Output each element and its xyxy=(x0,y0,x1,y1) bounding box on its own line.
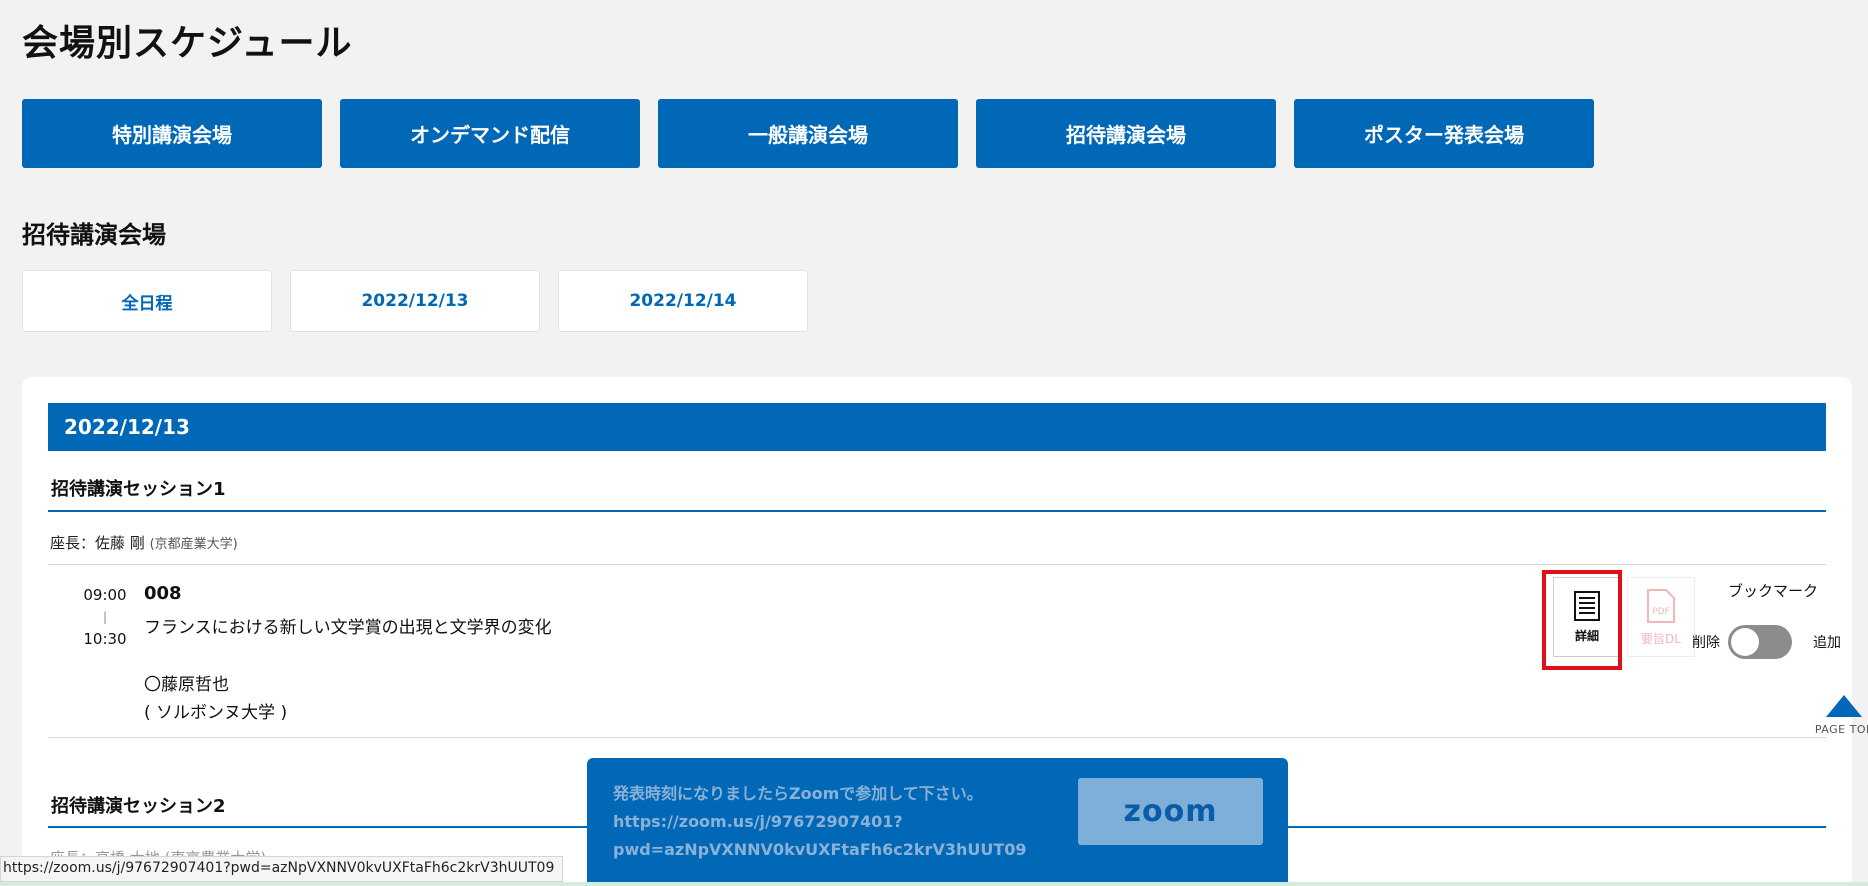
detail-button[interactable]: 詳細 xyxy=(1553,577,1621,657)
divider xyxy=(48,737,1826,738)
bookmark-add-label: 追加 xyxy=(1813,635,1841,651)
date-tab-all[interactable]: 全日程 xyxy=(22,270,272,332)
bookmark-label: ブックマーク xyxy=(1727,582,1818,600)
up-arrow-icon xyxy=(1826,695,1862,717)
venue-button-poster[interactable]: ポスター発表会場 xyxy=(1294,99,1594,168)
toggle-knob xyxy=(1731,628,1759,656)
zoom-join-button[interactable]: zoom xyxy=(1078,778,1263,845)
date-tabs: 全日程 2022/12/13 2022/12/14 xyxy=(22,270,808,332)
zoom-message-line: 発表時刻になりましたらZoomで参加して下さい。 xyxy=(613,784,983,803)
zoom-notice: 発表時刻になりましたらZoomで参加して下さい。 https://zoom.us… xyxy=(587,758,1288,886)
talk-affiliation: ( ソルボンヌ大学 ) xyxy=(144,703,288,723)
divider xyxy=(48,564,1826,565)
talk-time: 09:00 | 10:30 xyxy=(62,586,148,648)
date-tab-1213[interactable]: 2022/12/13 xyxy=(290,270,540,332)
time-separator: | xyxy=(102,610,108,624)
svg-text:PDF: PDF xyxy=(1652,607,1670,617)
session-title: 招待講演セッション1 xyxy=(51,479,226,500)
detail-label: 詳細 xyxy=(1574,628,1599,643)
talk-end-time: 10:30 xyxy=(83,630,127,648)
session-title: 招待講演セッション2 xyxy=(51,796,226,817)
status-bar-url: https://zoom.us/j/97672907401?pwd=azNpVX… xyxy=(0,856,564,882)
pdf-label: 要旨DL xyxy=(1641,631,1681,646)
document-list-icon xyxy=(1574,590,1600,621)
talk-author: 〇藤原哲也 xyxy=(144,675,229,695)
venue-button-invited[interactable]: 招待講演会場 xyxy=(976,99,1276,168)
chair-name: 座長：佐藤 剛 xyxy=(50,534,145,552)
zoom-url-line[interactable]: https://zoom.us/j/97672907401? xyxy=(613,808,1027,836)
session-chair: 座長：佐藤 剛 (京都産業大学) xyxy=(50,532,238,553)
talk-start-time: 09:00 xyxy=(83,586,127,604)
bookmark-remove-label: 削除 xyxy=(1692,635,1720,651)
page-top-label: PAGE TOP xyxy=(1814,723,1868,736)
bottom-stripe xyxy=(0,882,1868,886)
venue-button-general[interactable]: 一般講演会場 xyxy=(658,99,958,168)
pdf-icon: PDF xyxy=(1647,588,1675,623)
zoom-logo: zoom xyxy=(1123,794,1218,829)
section-title: 招待講演会場 xyxy=(22,221,166,249)
abstract-download-button[interactable]: PDF 要旨DL xyxy=(1627,577,1695,657)
session-divider xyxy=(48,510,1826,512)
venue-button-special[interactable]: 特別講演会場 xyxy=(22,99,322,168)
zoom-url-line[interactable]: pwd=azNpVXNNV0kvUXFtaFh6c2krV3hUUT09 xyxy=(613,836,1027,864)
talk-number: 008 xyxy=(144,583,182,604)
zoom-message: 発表時刻になりましたらZoomで参加して下さい。 https://zoom.us… xyxy=(613,780,1027,864)
page-title: 会場別スケジュール xyxy=(22,23,353,64)
venue-nav: 特別講演会場 オンデマンド配信 一般講演会場 招待講演会場 ポスター発表会場 xyxy=(22,99,1594,168)
talk-title: フランスにおける新しい文学賞の出現と文学界の変化 xyxy=(144,618,552,638)
venue-button-on-demand[interactable]: オンデマンド配信 xyxy=(340,99,640,168)
date-tab-1214[interactable]: 2022/12/14 xyxy=(558,270,808,332)
page-top-button[interactable]: PAGE TOP xyxy=(1814,695,1868,736)
bookmark-toggle[interactable] xyxy=(1728,625,1792,659)
chair-affiliation: (京都産業大学) xyxy=(149,537,238,552)
day-header: 2022/12/13 xyxy=(48,403,1826,451)
